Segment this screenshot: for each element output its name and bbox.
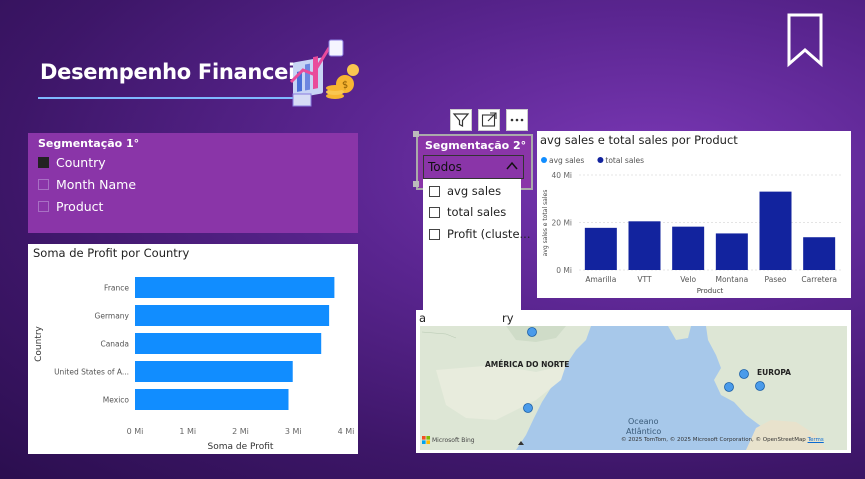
- slicer-dropdown-list: avg sales total sales Profit (cluste...: [423, 179, 531, 311]
- map-label-ocean-2: Atlântico: [626, 427, 662, 436]
- more-options-icon: [510, 118, 524, 122]
- microsoft-logo-icon: [422, 436, 430, 444]
- slicer-dropdown[interactable]: Todos: [423, 155, 524, 179]
- page-title: Desempenho Financeiro: [40, 60, 320, 84]
- x-tick-label: Velo: [680, 275, 696, 284]
- resize-handle[interactable]: [413, 181, 419, 187]
- map-label-north-america: AMÉRICA DO NORTE: [485, 360, 570, 369]
- map-title-fragment-2: ry: [502, 311, 514, 325]
- y-axis-label: Country: [34, 325, 44, 361]
- x-tick-label: 3 Mi: [285, 427, 302, 436]
- y-tick-label: United States of A...: [54, 368, 129, 377]
- legend-marker: [597, 157, 604, 163]
- x-axis-label: Product: [697, 287, 724, 295]
- slicer-item-country[interactable]: Country: [38, 155, 106, 170]
- slicer-item-profit-cluster[interactable]: Profit (cluste...: [429, 227, 531, 241]
- filter-button[interactable]: [450, 109, 472, 131]
- checkbox[interactable]: [429, 228, 440, 240]
- slicer-segmentacao-1[interactable]: Segmentação 1° Country Month Name Produc…: [28, 133, 358, 233]
- bar[interactable]: [584, 227, 617, 270]
- slicer-item-label: Product: [56, 199, 104, 214]
- x-tick-label: 1 Mi: [179, 427, 196, 436]
- checkbox[interactable]: [429, 206, 440, 218]
- legend-label[interactable]: avg sales: [549, 156, 584, 165]
- x-tick-label: Montana: [715, 275, 748, 284]
- slicer-item-month-name[interactable]: Month Name: [38, 177, 136, 192]
- slicer-title: Segmentação 1°: [38, 137, 140, 150]
- checkbox[interactable]: [38, 179, 49, 190]
- chart-title: Soma de Profit por Country: [33, 246, 190, 260]
- map-attribution: © 2025 TomTom, © 2025 Microsoft Corporat…: [621, 437, 824, 443]
- y-tick-label: 40 Mi: [552, 171, 572, 180]
- legend-marker: [541, 157, 547, 163]
- legend-label[interactable]: total sales: [605, 156, 644, 165]
- profit-by-country-chart[interactable]: 0 Mi 1 Mi 2 Mi 3 Mi 4 Mi France Germany Canada U…: [28, 244, 358, 454]
- x-tick-label: Paseo: [765, 275, 787, 284]
- map-data-point[interactable]: [724, 382, 734, 392]
- x-tick-label: Amarilla: [585, 275, 616, 284]
- map-data-point[interactable]: [755, 381, 765, 391]
- bar[interactable]: [759, 191, 792, 270]
- chevron-up-icon[interactable]: [505, 159, 519, 173]
- finance-illustration-icon: $: [289, 39, 359, 107]
- x-tick-label: Carretera: [801, 275, 837, 284]
- y-tick-label: Mexico: [103, 396, 130, 405]
- resize-handle[interactable]: [413, 131, 419, 137]
- y-tick-label: 20 Mi: [552, 219, 572, 228]
- bar[interactable]: [135, 389, 289, 410]
- focus-mode-button[interactable]: [478, 109, 500, 131]
- slicer-item-label: Country: [56, 155, 106, 170]
- bar[interactable]: [135, 305, 330, 326]
- y-axis-label: avg sales e total sales: [542, 190, 549, 257]
- map-title-fragment: a: [419, 311, 427, 325]
- slicer-item-total-sales[interactable]: total sales: [429, 205, 506, 219]
- bar[interactable]: [715, 233, 748, 270]
- x-axis-label: Soma de Profit: [208, 442, 274, 452]
- more-options-button[interactable]: [506, 109, 528, 131]
- bing-brand-text: Microsoft Bing: [432, 436, 475, 444]
- slicer-item-label: avg sales: [447, 184, 502, 198]
- chart-title: avg sales e total sales por Product: [540, 133, 738, 147]
- map-data-point[interactable]: [523, 403, 533, 413]
- x-tick-label: 0 Mi: [127, 427, 144, 436]
- slicer-title: Segmentação 2°: [425, 139, 527, 152]
- bar[interactable]: [135, 277, 335, 298]
- bookmark-icon[interactable]: [786, 12, 824, 68]
- checkbox[interactable]: [38, 201, 49, 212]
- map-label-europe: EUROPA: [757, 368, 791, 377]
- focus-mode-icon: [481, 112, 497, 127]
- dropdown-value: Todos: [428, 160, 462, 174]
- map-label-ocean-1: Oceano: [628, 417, 659, 426]
- filter-icon: [452, 113, 470, 127]
- checkbox[interactable]: [429, 185, 440, 197]
- avg-total-sales-by-product-chart[interactable]: avg sales total sales 0 Mi 20 Mi 40 Mi Amaril…: [537, 131, 851, 298]
- bar[interactable]: [803, 237, 836, 270]
- title-underline: [38, 97, 308, 99]
- map-data-point[interactable]: [739, 369, 749, 379]
- slicer-item-avg-sales[interactable]: avg sales: [429, 184, 501, 198]
- y-tick-label: Canada: [100, 340, 129, 349]
- y-tick-label: 0 Mi: [556, 266, 572, 275]
- checkbox[interactable]: [38, 157, 49, 168]
- slicer-item-label: Profit (cluste...: [447, 227, 531, 241]
- bing-logo: Microsoft Bing: [422, 436, 475, 444]
- x-tick-label: 4 Mi: [338, 427, 355, 436]
- slicer-item-label: Month Name: [56, 177, 137, 192]
- slicer-item-product[interactable]: Product: [38, 199, 103, 214]
- y-tick-label: Germany: [95, 312, 130, 321]
- x-tick-label: 2 Mi: [232, 427, 249, 436]
- map-data-point[interactable]: [527, 327, 537, 337]
- bar[interactable]: [135, 361, 293, 382]
- terms-link[interactable]: Terms: [808, 437, 824, 443]
- slicer-item-label: total sales: [447, 205, 507, 219]
- x-tick-label: VTT: [637, 275, 652, 284]
- bar[interactable]: [628, 221, 661, 270]
- caret-up-icon[interactable]: [517, 440, 525, 446]
- y-tick-label: France: [104, 284, 129, 293]
- bar[interactable]: [135, 333, 322, 354]
- bar[interactable]: [672, 226, 705, 270]
- map-visual[interactable]: a ry AMÉRICA DO NORTE EUROPA Oceano Atlâ…: [416, 310, 851, 453]
